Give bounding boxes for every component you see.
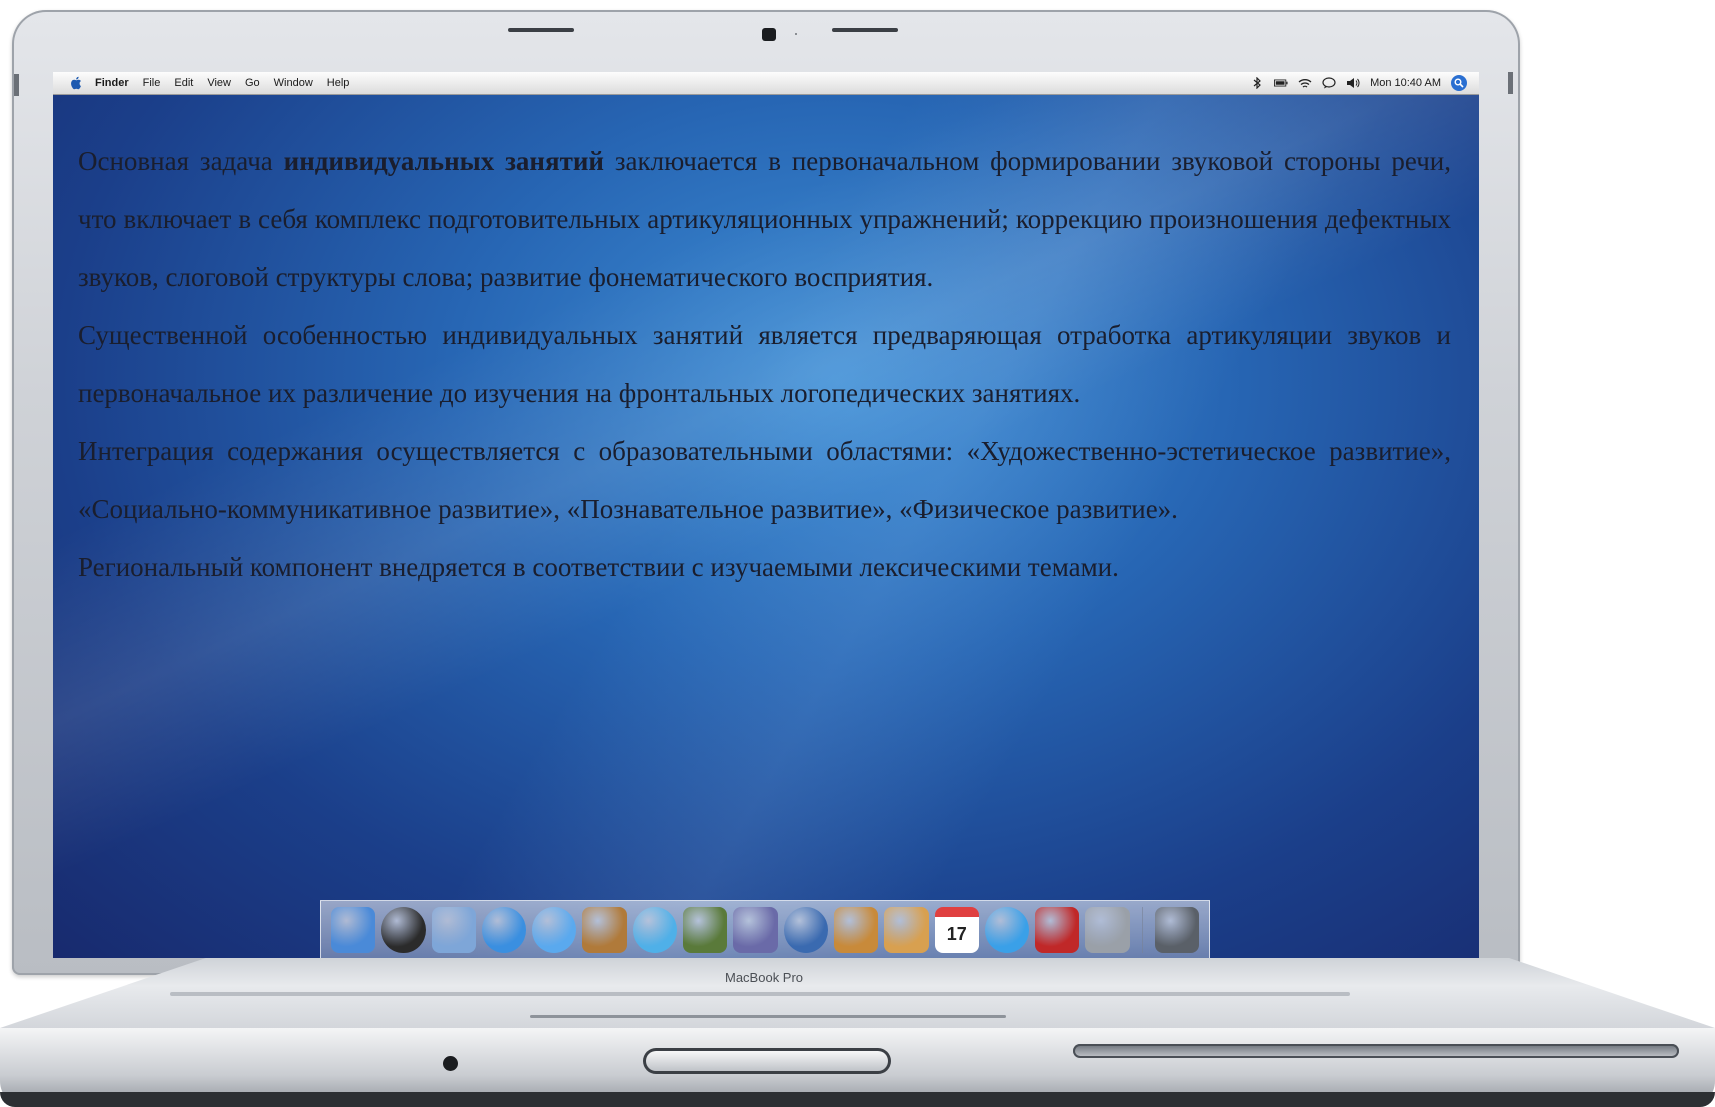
imovie-icon[interactable] bbox=[733, 906, 778, 953]
volume-icon[interactable] bbox=[1346, 77, 1360, 89]
mail-icon[interactable] bbox=[431, 906, 476, 953]
paragraph-4: Региональный компонент внедряется в соот… bbox=[78, 552, 1119, 582]
menu-view[interactable]: View bbox=[207, 77, 231, 89]
trash-icon[interactable] bbox=[1154, 906, 1200, 953]
ical-icon[interactable]: 17 bbox=[934, 906, 979, 953]
menu-edit[interactable]: Edit bbox=[174, 77, 193, 89]
hinge-left bbox=[14, 74, 19, 96]
itunes-icon[interactable] bbox=[632, 906, 678, 953]
ical-day: 17 bbox=[946, 924, 967, 944]
menu-go[interactable]: Go bbox=[245, 77, 260, 89]
ichat-icon[interactable] bbox=[532, 906, 577, 953]
paragraph-1-intro: Основная задача bbox=[78, 146, 284, 176]
menu-status-area: Mon 10:40 AM bbox=[1250, 75, 1467, 91]
battery-icon[interactable] bbox=[1274, 77, 1288, 89]
menu-app-finder[interactable]: Finder bbox=[95, 77, 129, 89]
safari-icon[interactable] bbox=[481, 906, 527, 953]
laptop-base-shadow bbox=[0, 1092, 1715, 1107]
system-preferences-icon[interactable] bbox=[1085, 906, 1130, 953]
iweb-icon[interactable] bbox=[884, 906, 929, 953]
quicktime-icon[interactable] bbox=[984, 906, 1030, 953]
bluetooth-icon[interactable] bbox=[1250, 77, 1264, 89]
desktop-screen: Finder File Edit View Go Window Help Mon… bbox=[53, 72, 1479, 958]
finder-icon[interactable] bbox=[331, 906, 376, 953]
optical-drive-slot bbox=[1073, 1044, 1679, 1058]
slide-text: Основная задача индивидуальных занятий з… bbox=[78, 132, 1451, 596]
menu-help[interactable]: Help bbox=[327, 77, 350, 89]
paragraph-3: Интеграция содержания осуществляется с о… bbox=[78, 436, 1451, 524]
apple-menu-icon[interactable] bbox=[69, 76, 83, 90]
bezel-detail bbox=[832, 28, 898, 32]
hinge-right bbox=[1508, 72, 1513, 94]
menu-bar: Finder File Edit View Go Window Help Mon… bbox=[53, 72, 1479, 95]
spotlight-icon[interactable] bbox=[1451, 75, 1467, 91]
dashboard-icon[interactable] bbox=[381, 906, 426, 953]
trackpad-edge bbox=[530, 1015, 1006, 1018]
garageband-icon[interactable] bbox=[833, 906, 879, 953]
paragraph-2: Существенной особенностью индивидуальных… bbox=[78, 320, 1451, 408]
address-book-icon[interactable] bbox=[582, 906, 627, 953]
camera-led bbox=[795, 33, 797, 35]
paragraph-1: Основная задача индивидуальных занятий з… bbox=[78, 132, 1451, 306]
wifi-icon[interactable] bbox=[1298, 77, 1312, 89]
menu-window[interactable]: Window bbox=[274, 77, 313, 89]
lid-latch-button[interactable] bbox=[643, 1048, 891, 1074]
dock-separator bbox=[1141, 906, 1143, 953]
menu-clock[interactable]: Mon 10:40 AM bbox=[1370, 77, 1441, 89]
isight-camera-icon bbox=[762, 28, 776, 41]
iphoto-icon[interactable] bbox=[683, 906, 728, 953]
ichat-status-icon[interactable] bbox=[1322, 77, 1336, 89]
idvd-icon[interactable] bbox=[783, 906, 828, 953]
menu-file[interactable]: File bbox=[143, 77, 161, 89]
bezel-detail bbox=[508, 28, 574, 32]
sleep-led-icon bbox=[443, 1056, 458, 1071]
dock: 17 bbox=[320, 900, 1210, 958]
paragraph-1-emphasis: индивидуальных занятий bbox=[283, 146, 604, 176]
brand-label: MacBook Pro bbox=[725, 970, 804, 985]
keyboard-edge bbox=[170, 992, 1350, 996]
front-row-icon[interactable] bbox=[1035, 906, 1080, 953]
